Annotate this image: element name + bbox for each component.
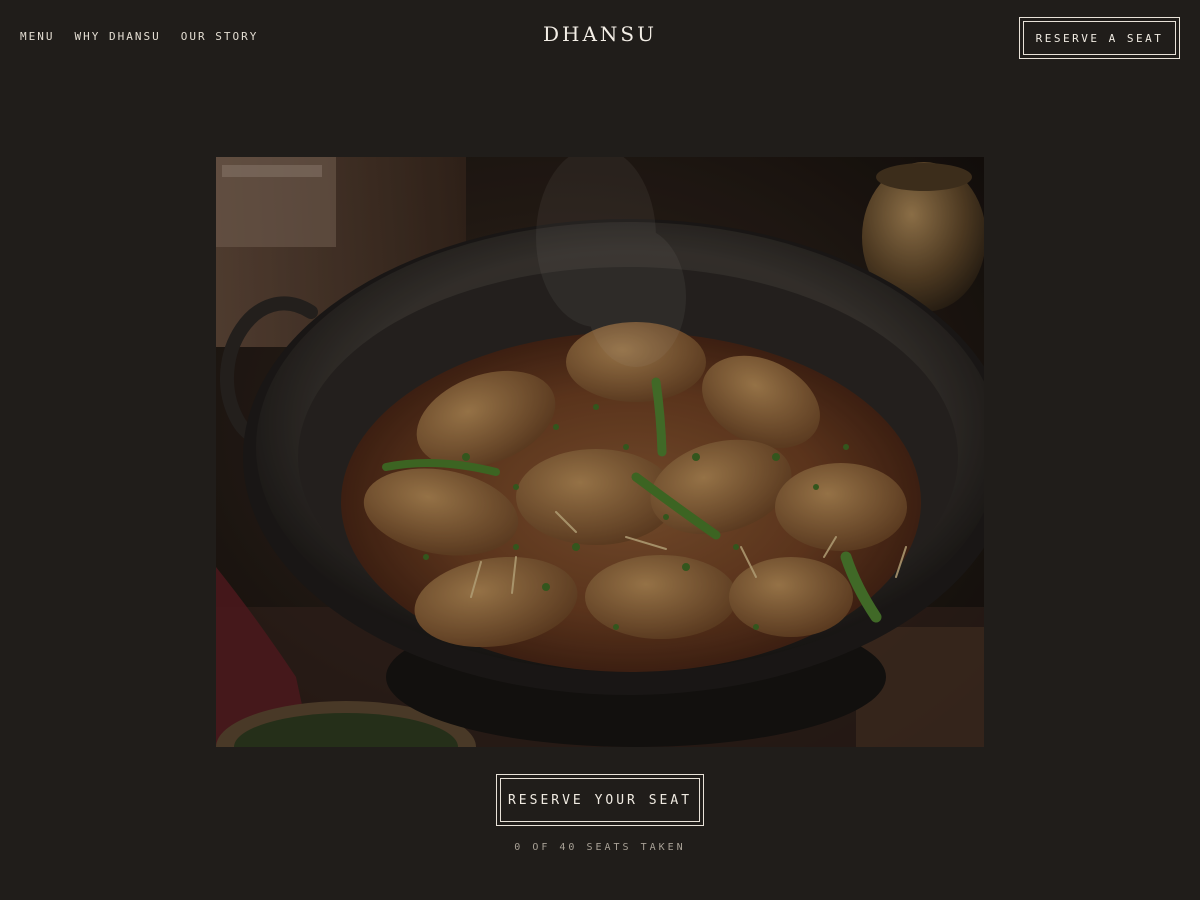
hero-image bbox=[216, 157, 984, 747]
reserve-your-seat-label: RESERVE YOUR SEAT bbox=[500, 778, 700, 822]
reserve-a-seat-label: RESERVE A SEAT bbox=[1023, 21, 1176, 55]
reserve-a-seat-button[interactable]: RESERVE A SEAT bbox=[1019, 17, 1180, 59]
reserve-your-seat-button[interactable]: RESERVE YOUR SEAT bbox=[496, 774, 704, 826]
seats-status: 0 OF 40 SEATS TAKEN bbox=[514, 842, 686, 853]
hero-food-illustration bbox=[216, 157, 984, 747]
top-bar: MENU WHY DHANSU OUR STORY DHANSU RESERVE… bbox=[0, 0, 1200, 76]
